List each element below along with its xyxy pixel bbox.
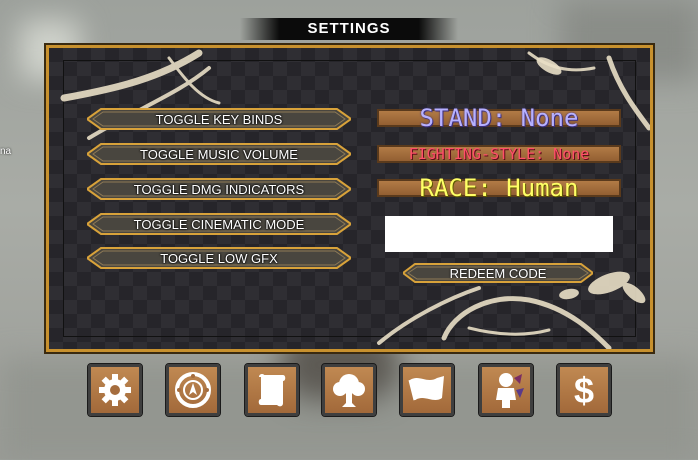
- fighting-style-text: FIGHTING-STYLE: None: [408, 145, 590, 163]
- settings-title: SETTINGS: [240, 18, 458, 40]
- stand-status: STAND: None: [377, 104, 621, 132]
- race-text: RACE: Human: [419, 174, 579, 202]
- toggle-cinematic-mode-label: TOGGLE CINEMATIC MODE: [133, 216, 305, 232]
- fighting-style-status: FIGHTING-STYLE: None: [377, 145, 621, 163]
- toggle-key-binds-button[interactable]: TOGGLE KEY BINDS: [87, 108, 351, 130]
- flag-icon: [408, 376, 444, 401]
- compass-icon: [175, 372, 211, 408]
- toggle-music-volume-button[interactable]: TOGGLE MUSIC VOLUME: [87, 143, 351, 165]
- character-button[interactable]: [478, 363, 534, 417]
- race-status: RACE: Human: [377, 174, 621, 202]
- redeem-code-label: REDEEM CODE: [449, 265, 547, 281]
- toggle-dmg-indicators-label: TOGGLE DMG INDICATORS: [133, 181, 305, 197]
- toggle-low-gfx-label: TOGGLE LOW GFX: [160, 250, 278, 266]
- toggle-low-gfx-button[interactable]: TOGGLE LOW GFX: [87, 247, 351, 269]
- tree-icon: [333, 374, 365, 407]
- scroll-icon: [258, 374, 286, 407]
- toggle-music-volume-label: TOGGLE MUSIC VOLUME: [140, 146, 298, 162]
- shop-button[interactable]: $: [556, 363, 612, 417]
- flag-button[interactable]: [399, 363, 455, 417]
- toggle-dmg-indicators-button[interactable]: TOGGLE DMG INDICATORS: [87, 178, 351, 200]
- skill-tree-button[interactable]: [321, 363, 377, 417]
- redeem-code-button[interactable]: REDEEM CODE: [403, 263, 593, 283]
- dollar-icon: $: [574, 370, 594, 410]
- quest-scroll-button[interactable]: [244, 363, 300, 417]
- svg-text:$: $: [574, 370, 594, 410]
- stand-text: STAND: None: [419, 104, 579, 132]
- settings-panel: TOGGLE KEY BINDS TOGGLE MUSIC VOLUME TOG…: [44, 43, 655, 354]
- toggle-key-binds-label: TOGGLE KEY BINDS: [155, 111, 283, 127]
- gear-icon: [99, 374, 131, 406]
- toggle-cinematic-mode-button[interactable]: TOGGLE CINEMATIC MODE: [87, 213, 351, 235]
- compass-button[interactable]: [165, 363, 221, 417]
- code-input[interactable]: [385, 216, 613, 252]
- side-text: na: [0, 146, 12, 157]
- character-icon: [496, 373, 524, 408]
- settings-gear-button[interactable]: [87, 363, 143, 417]
